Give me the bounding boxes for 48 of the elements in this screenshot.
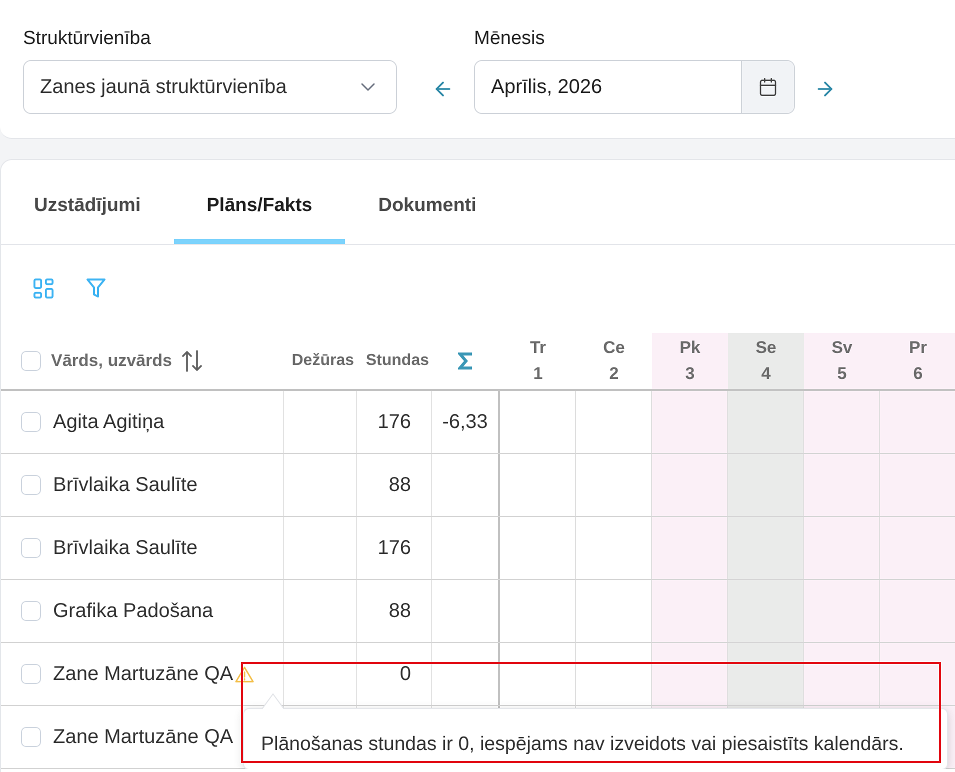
warning-icon[interactable] (235, 666, 254, 682)
table-cell: 0 (357, 643, 432, 705)
person-name: Zane Martuzāne QA (53, 725, 234, 750)
tab[interactable]: Dokumenti (345, 173, 510, 244)
person-name: Agita Agitiņa (53, 410, 164, 435)
person-name: Grafika Padošana (53, 599, 214, 624)
checkbox[interactable] (21, 727, 41, 747)
tab[interactable]: Uzstādījumi (1, 173, 174, 244)
checkbox[interactable] (21, 664, 41, 684)
field-label: Struktūrvienība (23, 27, 152, 51)
table-cell: 176 (357, 391, 432, 453)
checkbox[interactable] (21, 475, 41, 495)
person-name: Brīvlaika Saulīte (53, 473, 198, 498)
weekday-label: Ce (603, 337, 625, 359)
checkbox[interactable] (21, 412, 41, 432)
day-number: 4 (761, 363, 771, 385)
date-input[interactable]: Aprīlis, 2026 (475, 61, 741, 113)
day-number: 3 (685, 363, 695, 385)
checkbox[interactable] (21, 601, 41, 621)
day-number: 1 (533, 363, 543, 385)
calendar-button[interactable] (741, 61, 794, 113)
field-label: Mēnesis (474, 27, 546, 51)
checkbox[interactable] (21, 538, 41, 558)
person-name: Zane Martuzāne QA (53, 662, 234, 687)
filter-icon[interactable] (86, 278, 106, 299)
column-header: Dežūras (292, 351, 354, 371)
calendar-icon (758, 77, 778, 97)
table-cell: 88 (357, 580, 432, 642)
weekday-label: Tr (530, 337, 546, 359)
weekday-label: Se (756, 337, 776, 359)
table-cell: 176 (357, 517, 432, 579)
day-number: 5 (837, 363, 847, 385)
table-cell: 88 (357, 454, 432, 516)
weekday-label: Pr (909, 337, 927, 359)
sigma-icon (458, 352, 474, 370)
weekday-label: Pk (680, 337, 700, 359)
column-header: Vārds, uzvārds (51, 350, 172, 372)
weekday-label: Sv (832, 337, 852, 359)
checkbox[interactable] (21, 351, 41, 371)
unit-select[interactable]: Zanes jaunā struktūrvienība (23, 60, 397, 114)
day-number: 6 (913, 363, 923, 385)
tab[interactable]: Plāns/Fakts (174, 173, 346, 244)
column-header: Stundas (366, 351, 429, 371)
grid-layout-icon[interactable] (33, 278, 54, 299)
day-number: 2 (609, 363, 619, 385)
person-name: Brīvlaika Saulīte (53, 536, 198, 561)
sort-icon[interactable] (182, 350, 202, 372)
tooltip-text: Plānošanas stundas ir 0, iespējams nav izveidots vai piesaistīts kalendārs. (261, 733, 904, 755)
